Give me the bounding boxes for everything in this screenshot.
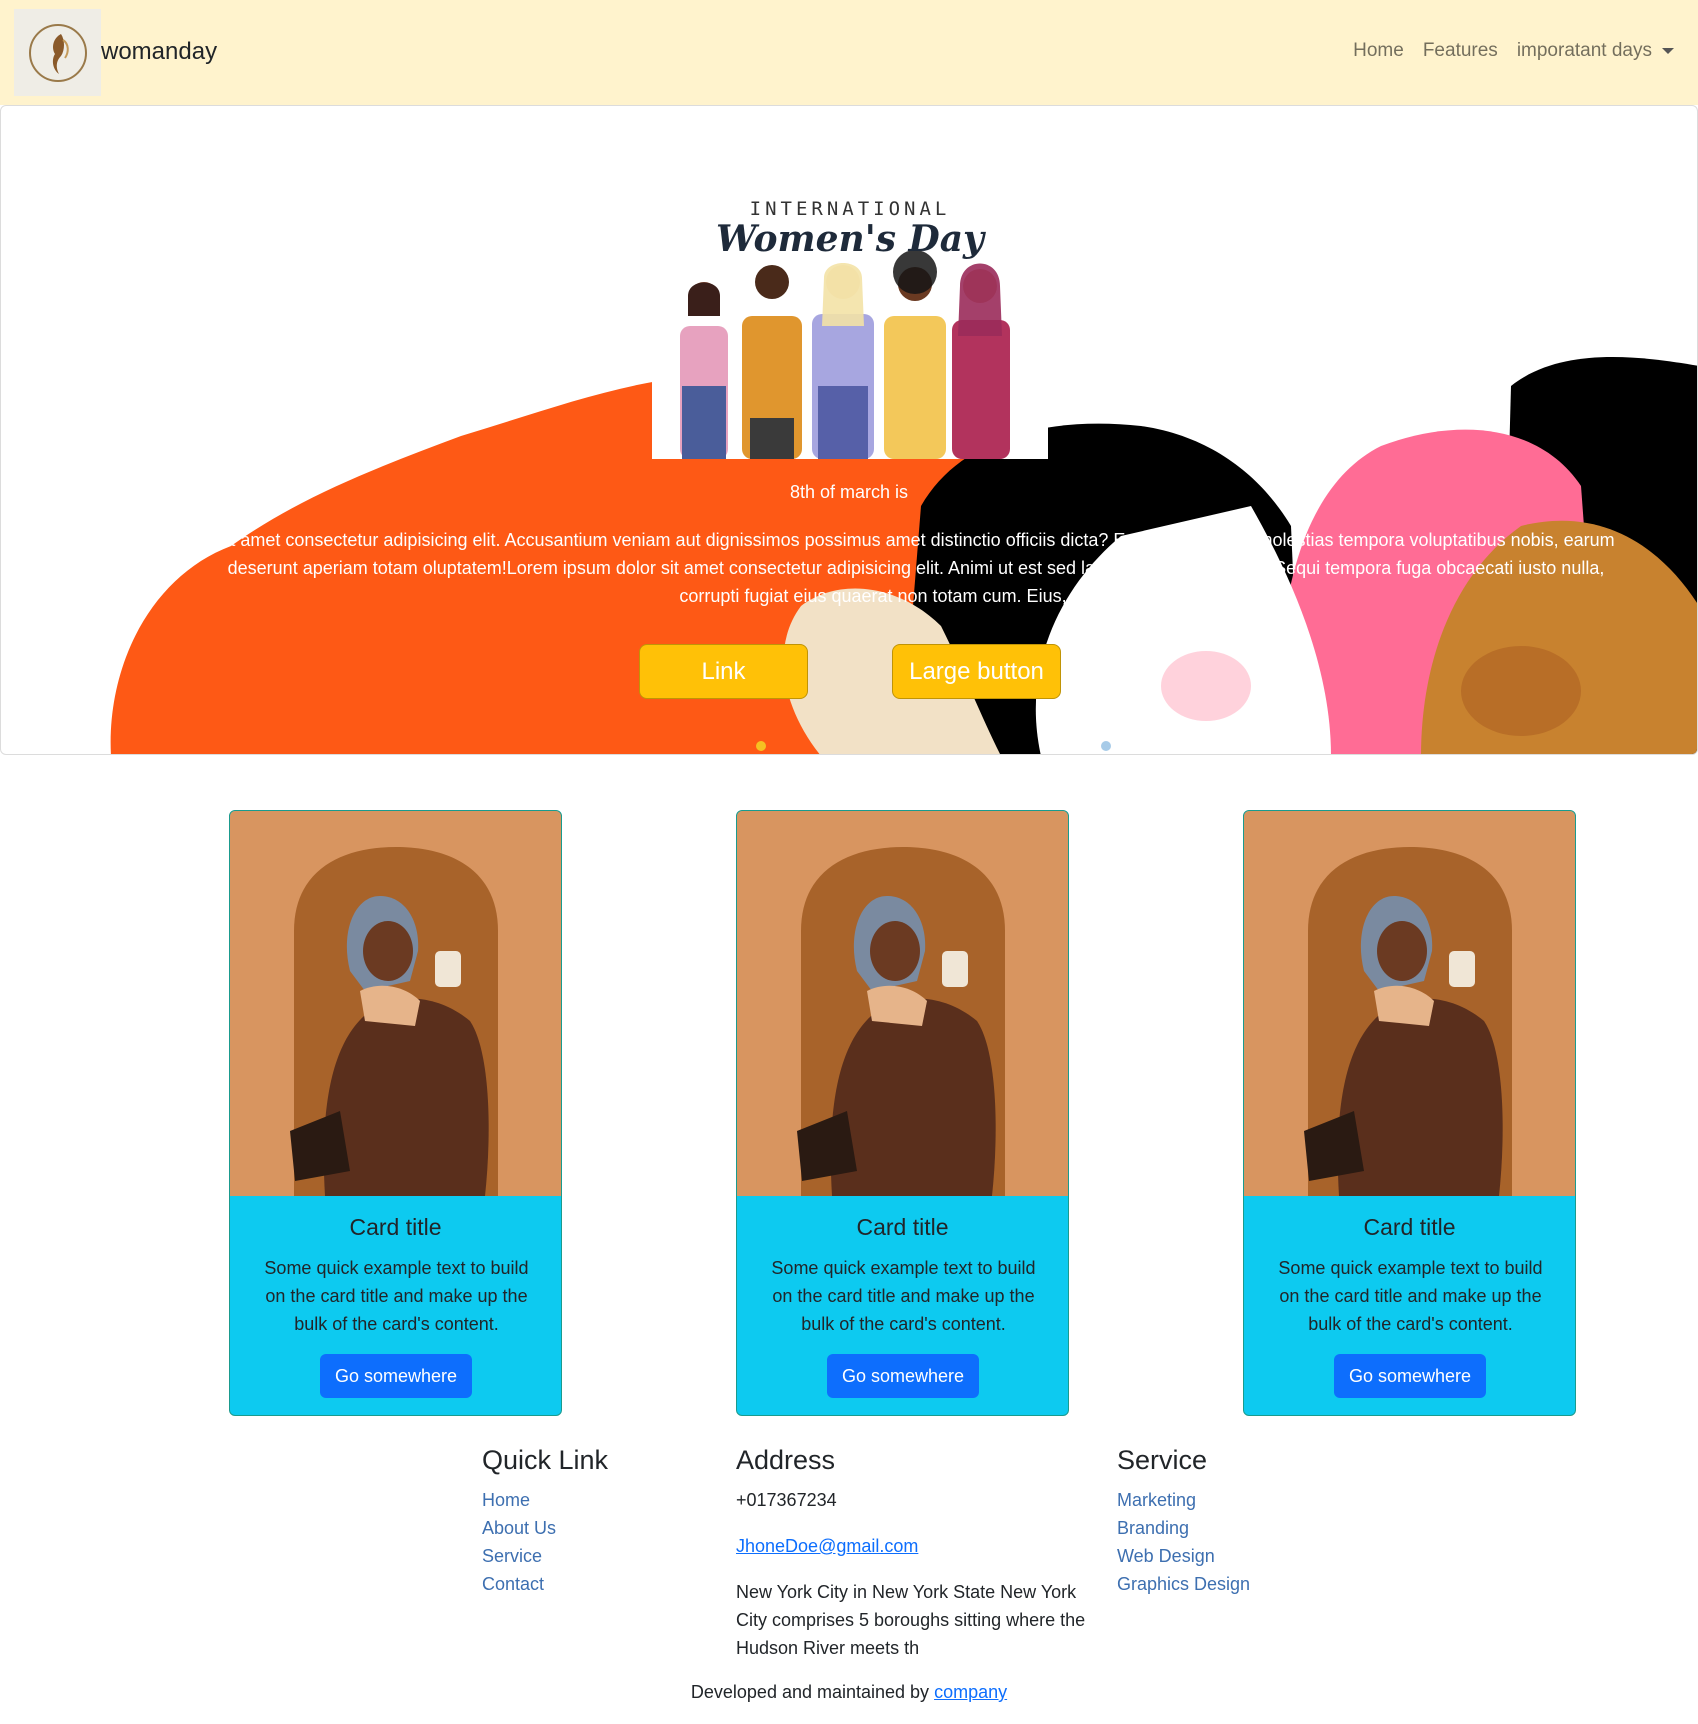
go-somewhere-button[interactable]: Go somewhere xyxy=(320,1354,472,1398)
card-image xyxy=(230,811,561,1196)
footer-link-branding[interactable]: Branding xyxy=(1117,1514,1250,1542)
footer-link-marketing[interactable]: Marketing xyxy=(1117,1486,1250,1514)
card-title: Card title xyxy=(349,1214,442,1240)
nav-important-days-label: imporatant days xyxy=(1516,40,1652,61)
banner-line1: INTERNATIONAL xyxy=(749,198,951,220)
nav-home[interactable]: Home xyxy=(1353,40,1404,62)
footer-link-contact[interactable]: Contact xyxy=(482,1570,608,1598)
card-text: Some quick example text to build on the … xyxy=(1278,1258,1543,1334)
address-heading: Address xyxy=(736,1445,836,1475)
card-3: Card title Some quick example text to bu… xyxy=(1243,810,1576,1416)
link-button[interactable]: Link xyxy=(639,644,808,699)
card-text: Some quick example text to build on the … xyxy=(264,1258,529,1334)
footer-link-home[interactable]: Home xyxy=(482,1486,608,1514)
nav-important-days-dropdown[interactable]: imporatant days xyxy=(1517,40,1674,62)
card-image xyxy=(1244,811,1575,1196)
footer-credit: Developed and maintained by company xyxy=(0,1682,1698,1703)
card-2: Card title Some quick example text to bu… xyxy=(736,810,1069,1416)
womens-day-banner: INTERNATIONAL Women's Day xyxy=(652,186,1048,459)
hero-text: sit amet consectetur adipisicing elit. A… xyxy=(217,530,1615,606)
banner-line2: Women's Day xyxy=(716,218,984,260)
footer-quick-link: Quick Link Home About Us Service Contact xyxy=(482,1445,608,1598)
card-title: Card title xyxy=(856,1214,949,1240)
address-description: New York City in New York State New York… xyxy=(736,1582,1086,1658)
footer-link-graphics-design[interactable]: Graphics Design xyxy=(1117,1570,1250,1598)
brand-name[interactable]: womanday xyxy=(101,38,217,66)
footer-address: Address +017367234 JhoneDoe@gmail.com Ne… xyxy=(736,1445,1086,1662)
navbar: womanday Home Features imporatant days xyxy=(0,0,1698,105)
nav-links: Home Features imporatant days xyxy=(1353,40,1674,62)
footer-service: Service Marketing Branding Web Design Gr… xyxy=(1117,1445,1250,1598)
go-somewhere-button[interactable]: Go somewhere xyxy=(827,1354,979,1398)
service-heading: Service xyxy=(1117,1445,1208,1475)
footer-link-web-design[interactable]: Web Design xyxy=(1117,1542,1250,1570)
credit-company-link[interactable]: company xyxy=(934,1682,1007,1702)
go-somewhere-button[interactable]: Go somewhere xyxy=(1334,1354,1486,1398)
card-1: Card title Some quick example text to bu… xyxy=(229,810,562,1416)
address-phone: +017367234 xyxy=(736,1490,837,1510)
quick-link-heading: Quick Link xyxy=(482,1445,609,1475)
footer-link-service[interactable]: Service xyxy=(482,1542,608,1570)
hero-carousel: INTERNATIONAL Women's Day 8th of march i… xyxy=(0,105,1698,755)
footer-link-about[interactable]: About Us xyxy=(482,1514,608,1542)
card-text: Some quick example text to build on the … xyxy=(771,1258,1036,1334)
hero-subtitle: 8th of march is xyxy=(789,482,909,502)
credit-text: Developed and maintained by xyxy=(690,1682,935,1702)
address-email-link[interactable]: JhoneDoe@gmail.com xyxy=(736,1536,918,1556)
card-image xyxy=(737,811,1068,1196)
brand-logo-icon[interactable] xyxy=(14,9,101,96)
large-button[interactable]: Large button xyxy=(892,644,1061,699)
nav-features[interactable]: Features xyxy=(1423,40,1498,62)
caret-down-icon xyxy=(1662,47,1674,54)
card-title: Card title xyxy=(1363,1214,1456,1240)
